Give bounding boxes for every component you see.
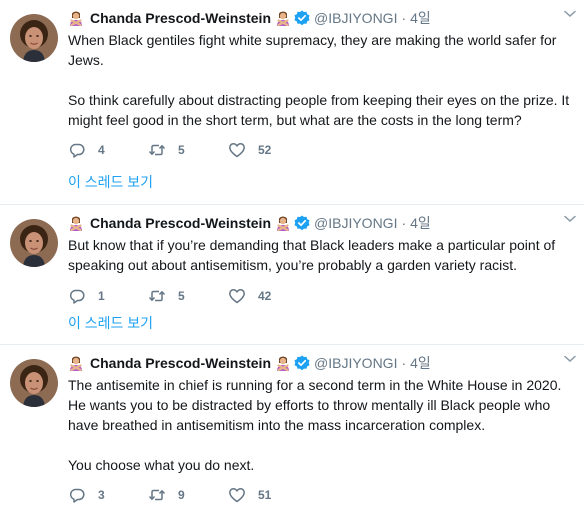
chevron-down-icon[interactable] [564,215,576,223]
retweet-button[interactable]: 9 [148,486,228,504]
woman-gesturing-no-emoji-icon [275,215,291,231]
separator: · [401,10,407,26]
tweet-line: He wants you to be distracted by efforts… [68,397,551,413]
tweet-line: When Black gentiles fight white supremac… [68,32,557,48]
tweet-line-blank [68,435,576,455]
display-name[interactable]: Chanda Prescod-Weinstein [90,10,271,26]
user-handle[interactable]: @IBJIYONGI [314,355,397,371]
verified-badge-icon [294,10,310,26]
display-name[interactable]: Chanda Prescod-Weinstein [90,355,271,371]
show-thread-link[interactable]: 이 스레드 보기 [68,172,153,192]
woman-gesturing-no-emoji-icon [275,355,291,371]
retweet-icon [148,141,166,159]
tweet-line: might feel good in the short term, but w… [68,112,522,128]
user-handle[interactable]: @IBJIYONGI [314,215,397,231]
retweet-count: 9 [178,488,185,502]
tweet-actions: 1 5 42 [68,286,576,306]
tweet-text: When Black gentiles fight white supremac… [68,30,576,130]
reply-count: 4 [98,143,105,157]
like-button[interactable]: 51 [228,486,308,504]
like-count: 51 [258,488,272,502]
tweet-line: speaking out about antisemitism, you’re … [68,257,518,273]
tweet[interactable]: Chanda Prescod-Weinstein @IBJIYONGI · 4일… [0,205,584,345]
tweet-line: Jews. [68,52,104,68]
tweet-line: You choose what you do next. [68,457,255,473]
display-name[interactable]: Chanda Prescod-Weinstein [90,215,271,231]
retweet-count: 5 [178,289,185,303]
reply-icon [68,486,86,504]
woman-gesturing-no-emoji-icon [275,10,291,26]
reply-icon [68,287,86,305]
retweet-count: 5 [178,143,185,157]
retweet-icon [148,486,166,504]
woman-gesturing-no-emoji-icon [68,215,84,231]
reply-button[interactable]: 3 [68,486,148,504]
user-handle[interactable]: @IBJIYONGI [314,10,397,26]
tweet[interactable]: Chanda Prescod-Weinstein @IBJIYONGI · 4일… [0,345,584,511]
heart-icon [228,287,246,305]
timestamp[interactable]: 4일 [410,213,431,233]
tweet-header: Chanda Prescod-Weinstein @IBJIYONGI · 4일 [68,213,576,233]
reply-count: 3 [98,488,105,502]
tweet-actions: 4 5 52 [68,140,576,160]
heart-icon [228,486,246,504]
tweet-header: Chanda Prescod-Weinstein @IBJIYONGI · 4일 [68,353,576,373]
separator: · [401,215,407,231]
tweet-content: Chanda Prescod-Weinstein @IBJIYONGI · 4일… [68,353,576,505]
tweet-actions: 3 9 51 [68,485,576,505]
avatar[interactable] [10,219,58,267]
tweet-line: So think carefully about distracting peo… [68,92,570,108]
tweet-text: But know that if you’re demanding that B… [68,235,576,275]
tweet-header: Chanda Prescod-Weinstein @IBJIYONGI · 4일 [68,8,576,28]
separator: · [401,355,407,371]
tweet[interactable]: Chanda Prescod-Weinstein @IBJIYONGI · 4일… [0,0,584,205]
reply-count: 1 [98,289,105,303]
like-button[interactable]: 42 [228,287,308,305]
reply-button[interactable]: 1 [68,287,148,305]
like-count: 42 [258,289,272,303]
tweet-feed: Chanda Prescod-Weinstein @IBJIYONGI · 4일… [0,0,584,511]
woman-gesturing-no-emoji-icon [68,355,84,371]
avatar[interactable] [10,14,58,62]
avatar[interactable] [10,359,58,407]
like-count: 52 [258,143,272,157]
retweet-icon [148,287,166,305]
tweet-content: Chanda Prescod-Weinstein @IBJIYONGI · 4일… [68,213,576,306]
like-button[interactable]: 52 [228,141,308,159]
heart-icon [228,141,246,159]
tweet-line: have breathed in antisemitism into the m… [68,417,486,433]
tweet-content: Chanda Prescod-Weinstein @IBJIYONGI · 4일… [68,8,576,160]
tweet-text: The antisemite in chief is running for a… [68,375,576,475]
verified-badge-icon [294,355,310,371]
retweet-button[interactable]: 5 [148,287,228,305]
show-thread-link[interactable]: 이 스레드 보기 [68,313,153,333]
woman-gesturing-no-emoji-icon [68,10,84,26]
timestamp[interactable]: 4일 [410,353,431,373]
retweet-button[interactable]: 5 [148,141,228,159]
chevron-down-icon[interactable] [564,355,576,363]
timestamp[interactable]: 4일 [410,8,431,28]
tweet-line: But know that if you’re demanding that B… [68,237,556,253]
tweet-line: The antisemite in chief is running for a… [68,377,562,393]
verified-badge-icon [294,215,310,231]
reply-button[interactable]: 4 [68,141,148,159]
tweet-line-blank [68,70,576,90]
chevron-down-icon[interactable] [564,10,576,18]
reply-icon [68,141,86,159]
